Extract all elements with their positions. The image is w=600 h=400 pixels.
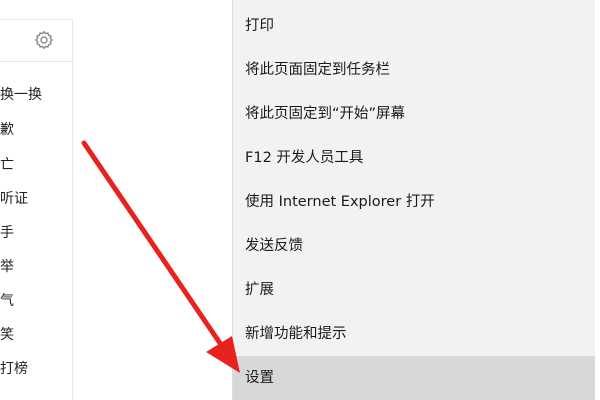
menu-item-whats-new[interactable]: 新增功能和提示	[233, 312, 595, 356]
hot-search-item[interactable]: 笑	[0, 324, 14, 344]
browser-more-menu: 打印 将此页面固定到任务栏 将此页固定到“开始”屏幕 F12 开发人员工具 使用…	[232, 0, 595, 400]
menu-item-print[interactable]: 打印	[233, 4, 595, 48]
hot-search-item[interactable]: 歉	[0, 119, 14, 139]
hot-search-item[interactable]: 听证	[0, 188, 28, 208]
hot-search-panel: 换一换 歉 亡 听证 手 举 气 笑 打榜	[0, 19, 73, 400]
menu-item-settings[interactable]: 设置	[233, 356, 595, 400]
hot-search-item[interactable]: 换一换	[0, 84, 42, 104]
menu-item-send-feedback[interactable]: 发送反馈	[233, 224, 595, 268]
hot-search-item[interactable]: 举	[0, 256, 14, 276]
screenshot: 换一换 歉 亡 听证 手 举 气 笑 打榜 打印 将此页面固定到任务栏 将此页固…	[0, 0, 600, 400]
menu-item-dev-tools[interactable]: F12 开发人员工具	[233, 136, 595, 180]
hot-search-item[interactable]: 打榜	[0, 358, 28, 378]
menu-item-extensions[interactable]: 扩展	[233, 268, 595, 312]
menu-item-pin-to-taskbar[interactable]: 将此页面固定到任务栏	[233, 48, 595, 92]
hot-search-item[interactable]: 手	[0, 222, 14, 242]
menu-item-pin-to-start[interactable]: 将此页固定到“开始”屏幕	[233, 92, 595, 136]
hot-search-item[interactable]: 气	[0, 290, 14, 310]
hot-search-header	[0, 20, 72, 62]
hot-search-item[interactable]: 亡	[0, 154, 14, 174]
gear-icon[interactable]	[34, 30, 54, 50]
menu-item-open-with-ie[interactable]: 使用 Internet Explorer 打开	[233, 180, 595, 224]
arrow-shaft	[81, 140, 229, 355]
